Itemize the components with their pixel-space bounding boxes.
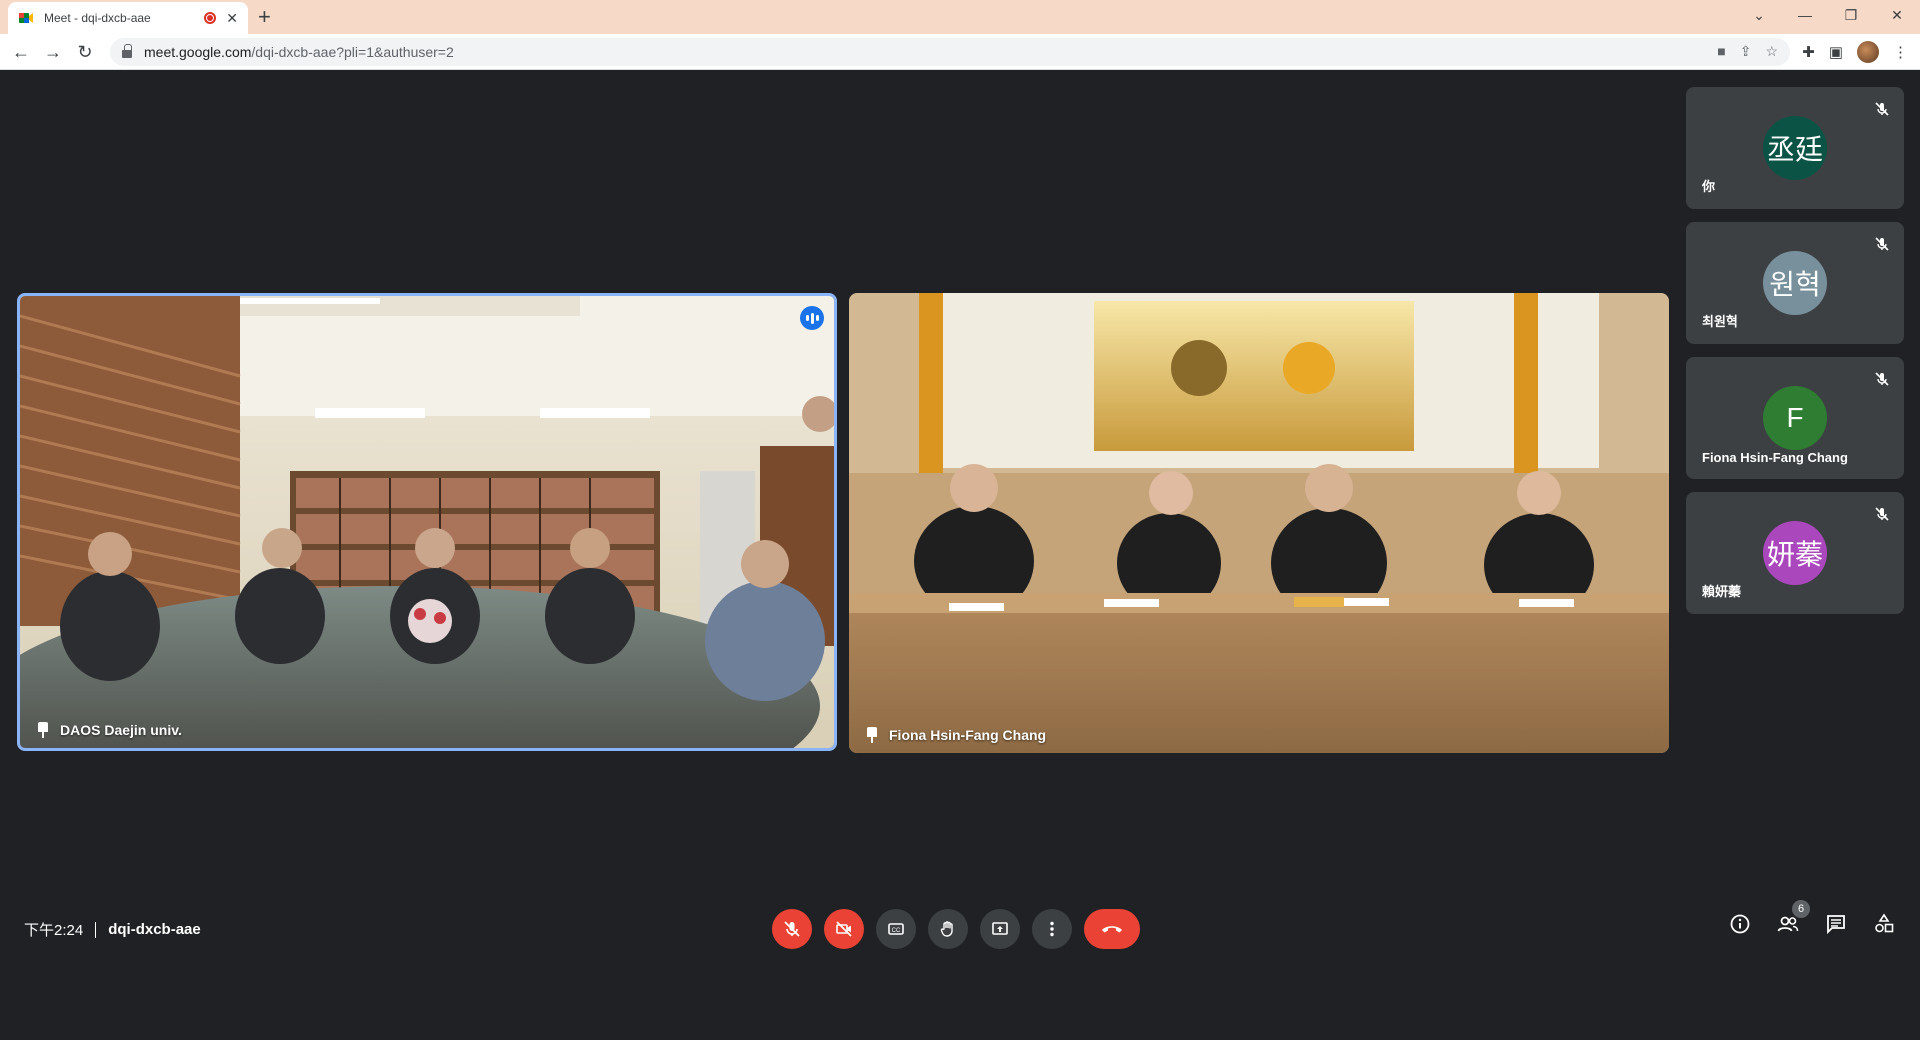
meeting-code: dqi-dxcb-aae (108, 921, 201, 938)
leave-call-button[interactable] (1084, 909, 1140, 949)
share-icon[interactable]: ⇪ (1740, 43, 1752, 60)
participant-tile-self[interactable]: 丞廷 你 (1686, 87, 1904, 209)
camera-off-icon (836, 921, 852, 937)
pin-icon[interactable] (865, 727, 879, 743)
info-icon (1730, 914, 1750, 934)
participant-tile-3[interactable]: F Fiona Hsin-Fang Chang (1686, 357, 1904, 479)
mic-off-icon (1875, 102, 1889, 116)
participant-name: 최원혁 (1702, 314, 1738, 329)
chat-icon (1827, 915, 1845, 935)
video-tile-daos[interactable]: DAOS Daejin univ. (17, 293, 837, 751)
url-text: meet.google.com/dqi-dxcb-aae?pli=1&authu… (144, 44, 454, 60)
meeting-info: 下午2:24 dqi-dxcb-aae (24, 919, 201, 940)
tile-label: DAOS Daejin univ. (36, 722, 182, 738)
meeting-time: 下午2:24 (24, 922, 84, 939)
present-icon (992, 922, 1008, 935)
participant-name: 你 (1702, 179, 1716, 194)
activities-button[interactable] (1872, 912, 1896, 936)
tab-title: Meet - dqi-dxcb-aae (44, 11, 151, 25)
more-vert-icon (1050, 921, 1054, 937)
mic-off-icon (1875, 507, 1889, 521)
tab-close-icon[interactable]: ✕ (226, 10, 238, 27)
reload-icon[interactable]: ↻ (74, 41, 96, 63)
new-tab-button[interactable]: + (258, 4, 271, 30)
browser-tab-bar: Meet - dqi-dxcb-aae ✕ + ⌄ — ❐ ✕ (0, 0, 1920, 34)
avatar: 원혁 (1763, 251, 1827, 315)
close-window-icon[interactable]: ✕ (1874, 0, 1920, 30)
chat-button[interactable] (1824, 912, 1848, 936)
hang-up-icon (1102, 926, 1122, 933)
participant-count-badge: 6 (1792, 900, 1810, 918)
bookmark-star-icon[interactable]: ☆ (1765, 43, 1778, 60)
address-bar: ← → ↻ meet.google.com/dqi-dxcb-aae?pli=1… (0, 34, 1920, 70)
participant-name: 賴妍蓁 (1702, 584, 1742, 599)
side-panel-icon[interactable]: ▣ (1829, 43, 1843, 61)
video-tile-fiona[interactable]: Fiona Hsin-Fang Chang (849, 293, 1669, 753)
meeting-stage: DAOS Daejin univ. Fiona Hsin-Fang Chang … (0, 71, 1920, 1040)
mic-off-icon (1875, 372, 1889, 386)
pin-icon[interactable] (36, 722, 50, 738)
recording-indicator-icon (204, 12, 217, 24)
camera-toggle-button[interactable] (824, 909, 864, 949)
camera-in-use-icon[interactable]: ■ (1717, 43, 1725, 60)
participant-name: DAOS Daejin univ. (60, 722, 182, 738)
speaking-indicator-icon (800, 306, 824, 330)
meeting-side-controls: 6 (1728, 900, 1896, 936)
window-controls: ⌄ — ❐ ✕ (1736, 0, 1920, 30)
raise-hand-button[interactable] (928, 909, 968, 949)
lock-icon[interactable] (122, 44, 132, 58)
participant-tile-4[interactable]: 妍蓁 賴妍蓁 (1686, 492, 1904, 614)
restore-icon[interactable]: ❐ (1828, 0, 1874, 30)
meet-favicon-icon (18, 10, 34, 26)
minimize-icon[interactable]: — (1782, 0, 1828, 30)
meeting-details-button[interactable] (1728, 912, 1752, 936)
captions-button[interactable]: CC (876, 909, 916, 949)
forward-icon[interactable]: → (42, 41, 64, 63)
participant-name: Fiona Hsin-Fang Chang (889, 727, 1047, 743)
call-controls: CC (772, 909, 1140, 949)
participant-name: Fiona Hsin-Fang Chang (1702, 450, 1848, 465)
captions-icon: CC (888, 923, 904, 935)
mic-off-icon (784, 921, 800, 937)
hand-icon (940, 921, 953, 937)
url-input[interactable]: meet.google.com/dqi-dxcb-aae?pli=1&authu… (110, 38, 1790, 66)
extensions-icon[interactable]: ✚ (1802, 43, 1815, 61)
present-screen-button[interactable] (980, 909, 1020, 949)
avatar: F (1763, 386, 1827, 450)
browser-menu-icon[interactable]: ⋮ (1893, 43, 1908, 61)
svg-text:CC: CC (892, 928, 901, 934)
more-options-button[interactable] (1032, 909, 1072, 949)
avatar: 妍蓁 (1763, 521, 1827, 585)
activities-icon (1875, 913, 1894, 933)
browser-tab[interactable]: Meet - dqi-dxcb-aae ✕ (8, 2, 248, 34)
tab-search-icon[interactable]: ⌄ (1736, 0, 1782, 30)
people-button[interactable]: 6 (1776, 900, 1810, 936)
mic-off-icon (1875, 237, 1889, 251)
video-feed-daos (20, 296, 834, 748)
participant-tile-2[interactable]: 원혁 최원혁 (1686, 222, 1904, 344)
profile-avatar[interactable] (1857, 41, 1879, 63)
avatar: 丞廷 (1763, 116, 1827, 180)
divider (95, 921, 97, 938)
video-feed-fiona (849, 293, 1669, 753)
mic-toggle-button[interactable] (772, 909, 812, 949)
back-icon[interactable]: ← (10, 41, 32, 63)
tile-label: Fiona Hsin-Fang Chang (865, 727, 1046, 743)
